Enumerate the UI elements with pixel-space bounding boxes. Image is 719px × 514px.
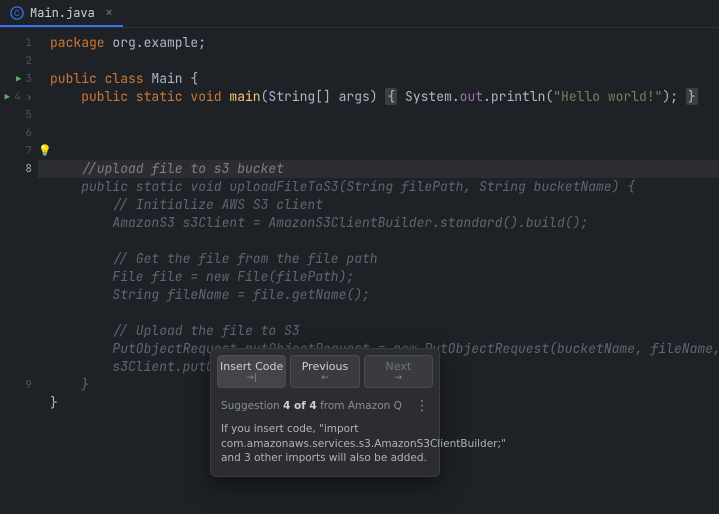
- suggestion-line: public static void uploadFileToS3(String…: [38, 178, 719, 196]
- line-number: 9: [25, 376, 32, 394]
- line-number: 8: [25, 160, 32, 178]
- suggestion-line: File file = new File(filePath);: [38, 268, 719, 286]
- code-line: [38, 52, 719, 70]
- gutter: 1 2 ▶3 ▶4› 5 6 7💡 8 9: [0, 28, 38, 514]
- tab-bar: C Main.java ×: [0, 0, 719, 28]
- code-line: [38, 106, 719, 124]
- chevron-right-icon[interactable]: ›: [27, 88, 32, 106]
- line-number: 5: [25, 106, 32, 124]
- line-number: 3: [25, 70, 32, 88]
- run-icon[interactable]: ▶: [16, 70, 21, 88]
- code-line: package org.example;: [38, 34, 719, 52]
- suggestion-line: String fileName = file.getName();: [38, 286, 719, 304]
- code-line: public class Main {: [38, 70, 719, 88]
- java-class-icon: C: [10, 6, 24, 20]
- close-icon[interactable]: ×: [105, 4, 113, 22]
- kebab-icon[interactable]: ⋮: [415, 398, 429, 414]
- svg-text:C: C: [14, 9, 20, 18]
- suggestion-line: // Upload the file to S3: [38, 322, 719, 340]
- suggestion-line: AmazonS3 s3Client = AmazonS3ClientBuilde…: [38, 214, 719, 232]
- next-button[interactable]: Next→: [364, 355, 433, 388]
- line-number: 6: [25, 124, 32, 142]
- file-tab[interactable]: C Main.java ×: [0, 0, 123, 27]
- code-line: [38, 124, 719, 142]
- code-line-current: //upload file to s3 bucket: [38, 160, 719, 178]
- line-number: 2: [25, 52, 32, 70]
- popup-meta: Suggestion 4 of 4 from Amazon Q ⋮: [211, 394, 439, 418]
- code-line: public static void main(String[] args) {…: [38, 88, 719, 106]
- suggestion-popup: Insert Code→| Previous← Next→ Suggestion…: [210, 348, 440, 477]
- line-number: 1: [25, 34, 32, 52]
- code-line: [38, 142, 719, 160]
- popup-body: If you insert code, "import com.amazonaw…: [211, 418, 439, 476]
- insert-code-button[interactable]: Insert Code→|: [217, 355, 286, 388]
- tab-label: Main.java: [30, 5, 95, 21]
- popup-buttons: Insert Code→| Previous← Next→: [211, 349, 439, 394]
- previous-button[interactable]: Previous←: [290, 355, 359, 388]
- suggestion-line: // Get the file from the file path: [38, 250, 719, 268]
- suggestion-line: [38, 304, 719, 322]
- line-number: 7: [25, 142, 32, 160]
- run-icon[interactable]: ▶: [5, 88, 10, 106]
- line-number: 4: [14, 88, 21, 106]
- suggestion-line: [38, 232, 719, 250]
- suggestion-line: // Initialize AWS S3 client: [38, 196, 719, 214]
